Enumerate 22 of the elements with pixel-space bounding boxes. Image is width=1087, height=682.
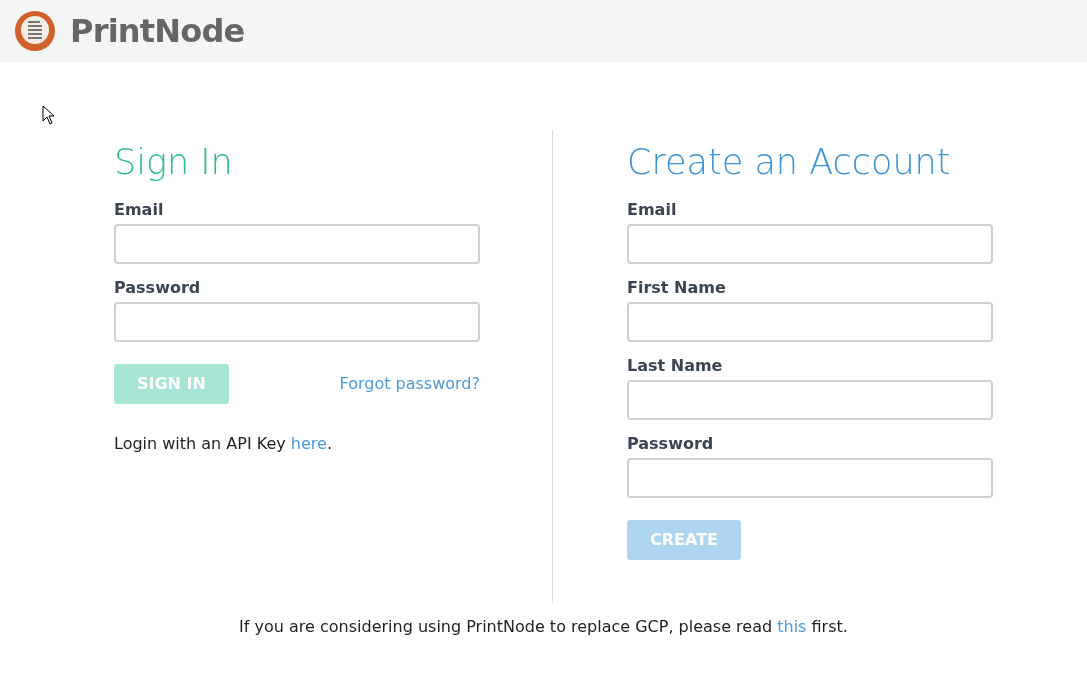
cursor-icon [42, 105, 55, 125]
field-label: Password [627, 434, 715, 454]
input-field[interactable] [627, 302, 993, 342]
create-account-title: Create an Account [627, 141, 952, 184]
printer-logo-icon [14, 10, 56, 52]
input-field[interactable] [627, 380, 993, 420]
forgot-password-link[interactable]: Forgot password? [339, 372, 480, 396]
brand-name: PrintNode [70, 11, 245, 52]
field-label: Email [627, 200, 678, 220]
api-key-note: Login with an API Key here. [114, 433, 333, 455]
sign-in-title: Sign In [114, 141, 234, 184]
footer-note: If you are considering using PrintNode to replace GCP, please read this first. [239, 616, 848, 638]
link[interactable]: here [290, 434, 327, 453]
link[interactable]: this [777, 617, 807, 636]
field-label: First Name [627, 278, 727, 298]
input-field[interactable] [114, 224, 480, 264]
input-field[interactable] [627, 458, 993, 498]
field-label: Password [114, 278, 202, 298]
field-label: Email [114, 200, 165, 220]
input-field[interactable] [627, 224, 993, 264]
field-label: Last Name [627, 356, 724, 376]
input-field[interactable] [114, 302, 480, 342]
